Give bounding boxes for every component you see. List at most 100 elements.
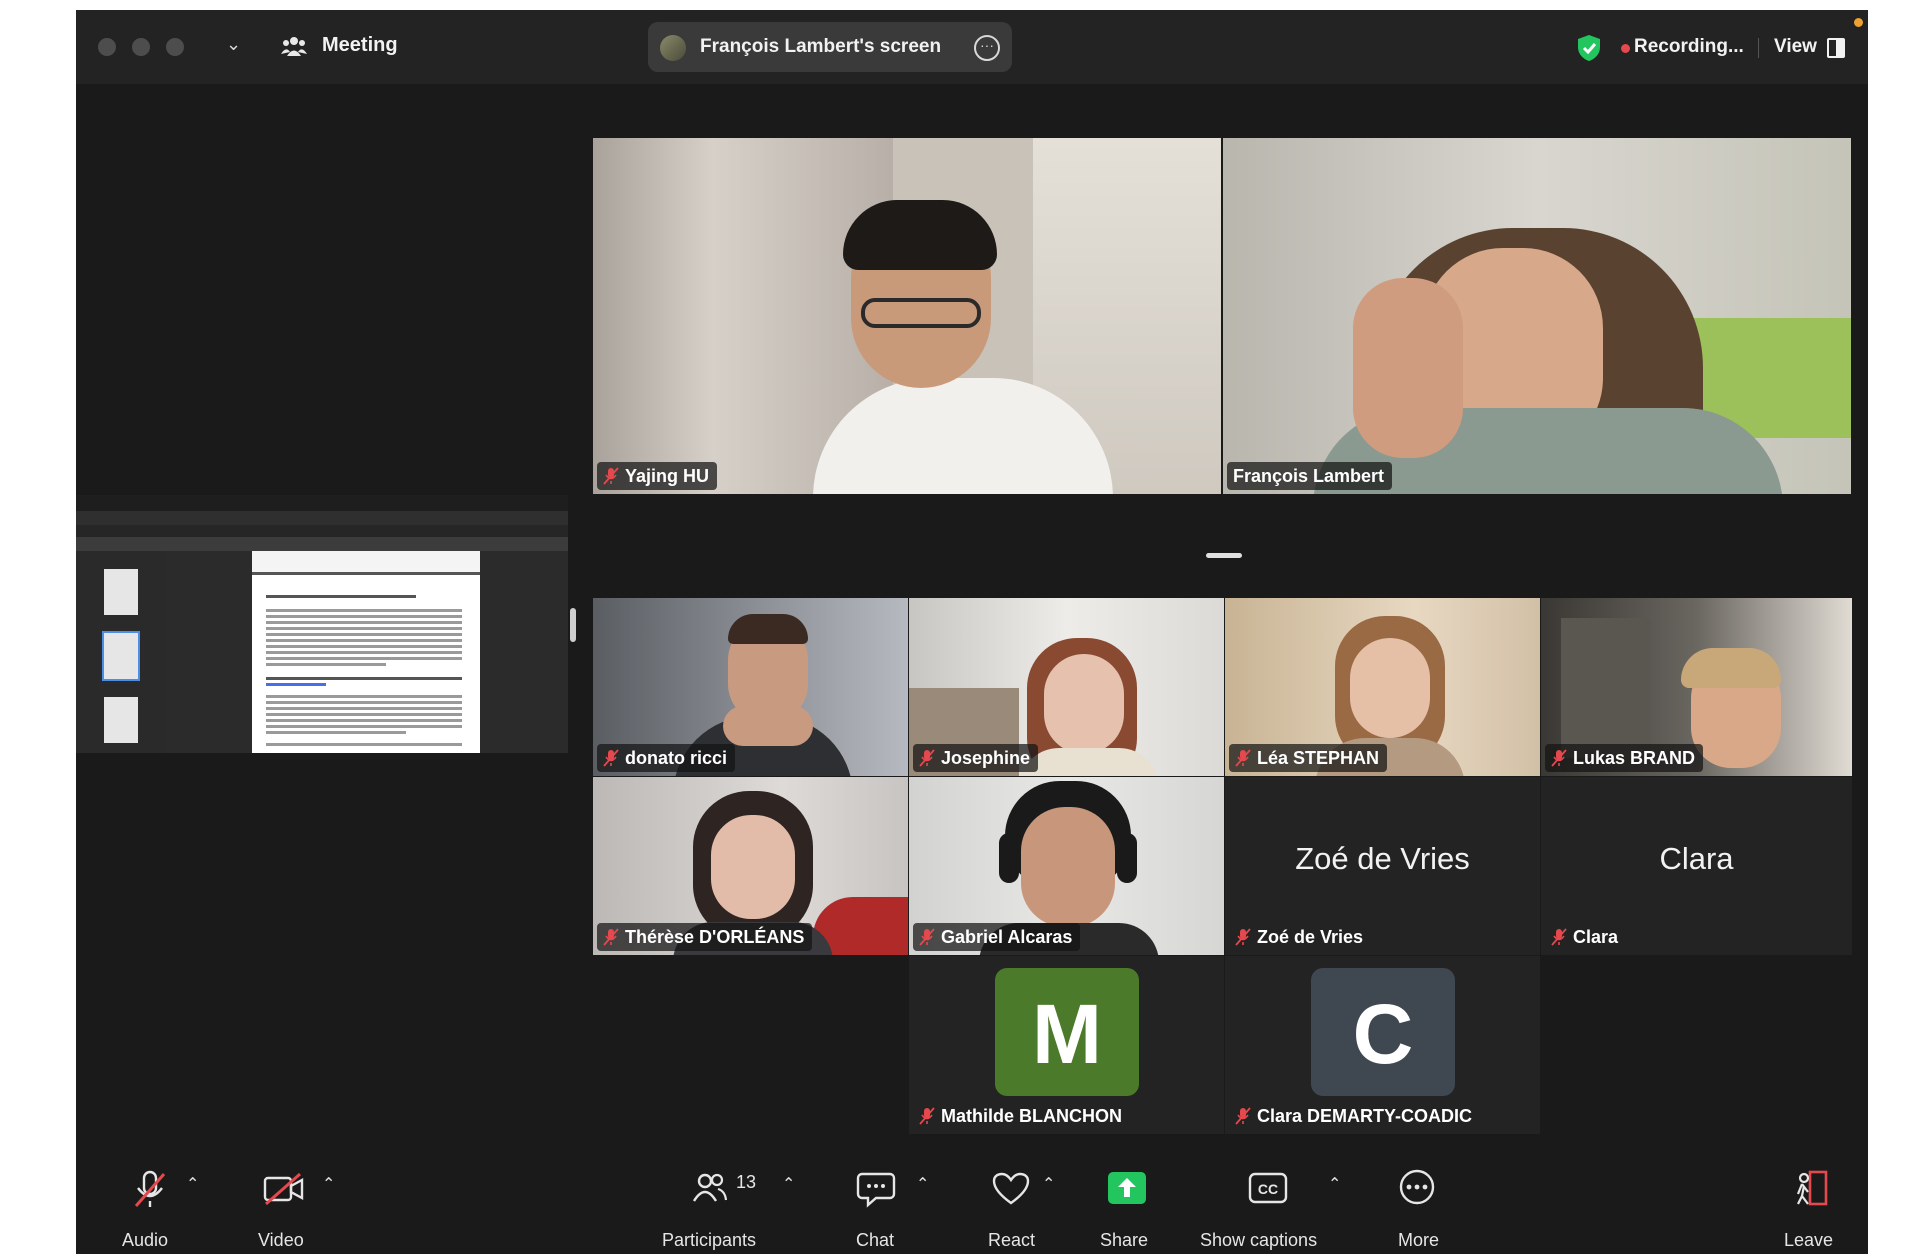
muted-mic-icon (1551, 749, 1567, 767)
name-tag: Yajing HU (597, 462, 718, 490)
video-tile-gabriel-alcaras[interactable]: Gabriel Alcaras (909, 777, 1224, 955)
svg-text:CC: CC (1258, 1181, 1278, 1197)
name-tag: Josephine (913, 744, 1039, 772)
muted-mic-icon (919, 1107, 935, 1125)
name-tag: Clara (1545, 923, 1626, 951)
participants-icon (692, 1173, 728, 1202)
gallery-resize-handle[interactable] (1206, 553, 1242, 558)
sharer-avatar (660, 35, 686, 61)
more-options-icon (1399, 1169, 1435, 1205)
participant-name: François Lambert (1233, 465, 1385, 486)
pdf-page-thumbnail (104, 569, 138, 615)
share-button[interactable]: Share (1086, 1154, 1166, 1254)
pdf-document-page (252, 551, 480, 753)
participants-group-icon (281, 37, 307, 56)
more-label: More (1398, 1230, 1440, 1250)
leave-button[interactable]: Leave (1776, 1154, 1846, 1254)
audio-label: Audio (122, 1230, 169, 1250)
close-window-button[interactable] (98, 38, 116, 56)
screen-share-label: François Lambert's screen (700, 36, 942, 57)
participants-label: Participants (662, 1230, 757, 1250)
share-screen-icon (1108, 1172, 1146, 1204)
show-captions-button[interactable]: CC Show captions (1200, 1154, 1336, 1254)
chat-options-caret-icon[interactable]: ⌃ (916, 1174, 929, 1194)
more-button[interactable]: More (1378, 1154, 1458, 1254)
video-tile-donato-ricci[interactable]: donato ricci (593, 598, 908, 776)
zoom-window-button[interactable] (166, 38, 184, 56)
name-tag: Thérèse D'ORLÉANS (597, 923, 813, 951)
browser-url-bar (76, 511, 568, 525)
video-tile-clara[interactable]: Clara Clara (1541, 777, 1852, 955)
react-label: React (988, 1230, 1036, 1250)
video-tile-therese-dorleans[interactable]: Thérèse D'ORLÉANS (593, 777, 908, 955)
participant-name: Clara DEMARTY-COADIC (1257, 1105, 1473, 1126)
chat-label: Chat (856, 1230, 895, 1250)
minimize-window-button[interactable] (132, 38, 150, 56)
more-options-icon[interactable]: ··· (974, 35, 1000, 61)
audio-button[interactable]: Audio (110, 1154, 190, 1254)
shield-check-icon[interactable] (1576, 34, 1602, 62)
video-tile-francois-lambert[interactable]: François Lambert (1223, 138, 1851, 494)
video-tile-lukas-brand[interactable]: Lukas BRAND (1541, 598, 1852, 776)
name-tag: Zoé de Vries (1229, 923, 1371, 951)
video-tile-zoe-de-vries[interactable]: Zoé de Vries Zoé de Vries (1225, 777, 1540, 955)
captions-label: Show captions (1200, 1230, 1318, 1250)
audio-options-caret-icon[interactable]: ⌃ (186, 1174, 199, 1194)
muted-mic-icon (1235, 1107, 1251, 1125)
muted-mic-icon (603, 928, 619, 946)
heart-icon (992, 1172, 1030, 1205)
recording-status[interactable]: Recording... (1634, 36, 1744, 58)
video-tile-yajing-hu[interactable]: Yajing HU (593, 138, 1221, 494)
video-tile-josephine[interactable]: Josephine (909, 598, 1224, 776)
participants-button[interactable]: 13 Participants (662, 1154, 778, 1254)
video-tile-mathilde-blanchon[interactable]: M Mathilde BLANCHON (909, 956, 1224, 1134)
divider (1758, 38, 1759, 58)
meeting-controls-toolbar: Audio ⌃ Video ⌃ 13 Participants ⌃ Chat ⌃… (76, 1154, 1868, 1254)
participants-options-caret-icon[interactable]: ⌃ (782, 1174, 795, 1194)
leave-door-icon (1796, 1170, 1828, 1206)
react-options-caret-icon[interactable]: ⌃ (1042, 1174, 1055, 1194)
shared-screen-view[interactable] (76, 495, 568, 753)
name-tag: Gabriel Alcaras (913, 923, 1081, 951)
participant-name: Gabriel Alcaras (941, 926, 1073, 947)
participant-name: Mathilde BLANCHON (941, 1105, 1122, 1126)
view-layout-icon[interactable] (1827, 38, 1845, 58)
captions-options-caret-icon[interactable]: ⌃ (1328, 1174, 1341, 1194)
browser-tabs (76, 495, 568, 511)
video-tile-clara-demarty-coadic[interactable]: C Clara DEMARTY-COADIC (1225, 956, 1540, 1134)
video-button[interactable]: Video (246, 1154, 326, 1254)
muted-mic-icon (1551, 928, 1567, 946)
video-off-icon (263, 1172, 304, 1206)
participant-name: Thérèse D'ORLÉANS (625, 926, 805, 947)
leave-label: Leave (1784, 1230, 1834, 1250)
participant-name: Yajing HU (625, 465, 710, 486)
react-button[interactable]: React (970, 1154, 1050, 1254)
muted-mic-icon (919, 749, 935, 767)
closed-captions-icon: CC (1248, 1172, 1288, 1204)
participant-name: Lukas BRAND (1573, 747, 1696, 768)
muted-mic-icon (603, 749, 619, 767)
video-label: Video (258, 1230, 304, 1250)
chat-icon (856, 1172, 896, 1208)
participant-name: Zoé de Vries (1257, 926, 1364, 947)
pdf-page-thumbnail (104, 697, 138, 743)
avatar: M (995, 968, 1139, 1096)
participant-display-name: Clara (1659, 841, 1734, 876)
name-tag: Lukas BRAND (1545, 744, 1704, 772)
split-view-resize-handle[interactable] (570, 608, 576, 642)
chat-button[interactable]: Chat (836, 1154, 916, 1254)
muted-mic-icon (1235, 928, 1251, 946)
name-tag: donato ricci (597, 744, 736, 772)
name-tag: François Lambert (1227, 462, 1393, 490)
screen-share-indicator[interactable]: François Lambert's screen ··· (648, 22, 1012, 72)
video-tile-lea-stephan[interactable]: Léa STEPHAN (1225, 598, 1540, 776)
zoom-window: ⌄ Meeting François Lambert's screen ··· … (76, 10, 1868, 1254)
video-options-caret-icon[interactable]: ⌃ (322, 1174, 335, 1194)
view-button[interactable]: View (1774, 36, 1817, 58)
participant-count: 13 (736, 1172, 757, 1192)
participant-name: Clara (1573, 926, 1619, 947)
browser-bookmarks-bar (76, 525, 568, 537)
chevron-down-icon[interactable]: ⌄ (226, 34, 241, 55)
muted-mic-icon (919, 928, 935, 946)
meeting-label[interactable]: Meeting (322, 34, 398, 57)
